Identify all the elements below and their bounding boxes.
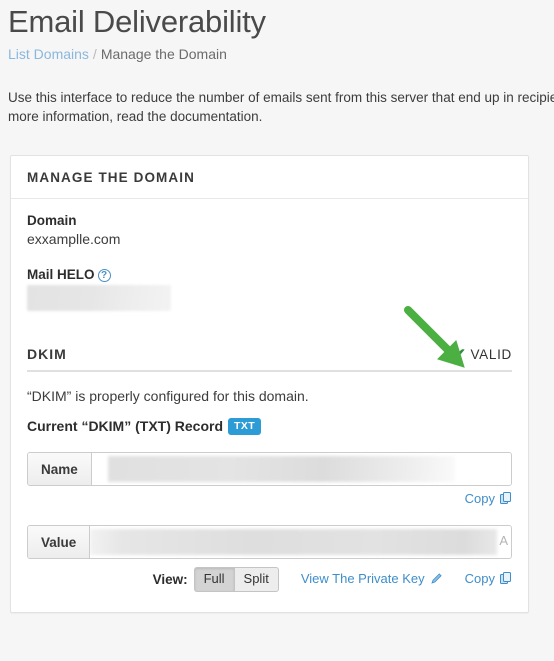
dkim-value-value-redacted bbox=[90, 529, 497, 555]
dkim-record-title: Current “DKIM” (TXT) Record TXT bbox=[27, 418, 512, 435]
dkim-name-addon: Name bbox=[28, 453, 92, 485]
card-header-title: Manage the Domain bbox=[11, 156, 528, 199]
domain-value: exxamplle.com bbox=[27, 231, 121, 247]
view-toggle-group: View: Full Split bbox=[153, 567, 279, 592]
domain-label: Domain bbox=[27, 213, 77, 228]
dkim-section-title: DKIM bbox=[27, 346, 67, 362]
view-private-key-link[interactable]: View The Private Key bbox=[301, 571, 443, 588]
dkim-description: “DKIM” is properly configured for this d… bbox=[27, 388, 309, 404]
copy-icon bbox=[500, 492, 512, 508]
copy-icon bbox=[500, 572, 512, 588]
copy-name-button[interactable]: Copy bbox=[465, 491, 512, 508]
dkim-name-value-redacted bbox=[107, 456, 455, 482]
check-icon: ✔ bbox=[453, 346, 467, 363]
dkim-value-tail-glyph: A bbox=[499, 533, 508, 548]
mail-helo-label-text: Mail HELO bbox=[27, 267, 95, 282]
dkim-value-addon: Value bbox=[28, 526, 91, 558]
view-full-button[interactable]: Full bbox=[193, 567, 234, 592]
view-label: View: bbox=[152, 572, 188, 587]
copy-value-button[interactable]: Copy bbox=[465, 571, 512, 588]
intro-description: Use this interface to reduce the number … bbox=[8, 90, 554, 124]
breadcrumb-separator: / bbox=[92, 46, 97, 62]
manage-domain-card: Manage the Domain Domain exxamplle.com M… bbox=[10, 155, 529, 613]
dkim-value-actions: View: Full Split View The Private Key Co… bbox=[27, 567, 512, 592]
copy-value-label: Copy bbox=[464, 571, 495, 586]
view-private-key-label: View The Private Key bbox=[300, 571, 425, 586]
mail-helo-value-redacted[interactable] bbox=[27, 285, 171, 311]
card-body: Domain exxamplle.com Mail HELO? DKIM ✔ VA… bbox=[11, 199, 528, 612]
dkim-value-input-group: Value A bbox=[27, 525, 512, 559]
status-badge: ✔ VALID bbox=[453, 345, 512, 363]
dkim-name-actions: Copy bbox=[27, 491, 512, 508]
status-badge-label: VALID bbox=[470, 347, 512, 362]
dkim-name-input[interactable] bbox=[91, 453, 511, 485]
dkim-value-input[interactable]: A bbox=[90, 526, 511, 558]
view-split-button[interactable]: Split bbox=[233, 567, 279, 592]
help-icon[interactable]: ? bbox=[97, 269, 111, 282]
breadcrumb: List Domains / Manage the Domain bbox=[8, 44, 546, 64]
pencil-icon bbox=[430, 572, 443, 588]
mail-helo-label: Mail HELO? bbox=[27, 267, 512, 282]
dkim-record-title-text: Current “DKIM” (TXT) Record bbox=[27, 418, 223, 434]
dkim-section-header: DKIM ✔ VALID bbox=[27, 345, 512, 372]
dkim-name-input-group: Name bbox=[27, 452, 512, 486]
breadcrumb-link-list-domains[interactable]: List Domains bbox=[8, 46, 89, 62]
page-root: Email Deliverability List Domains / Manage… bbox=[0, 3, 554, 661]
txt-record-badge: TXT bbox=[228, 418, 262, 435]
page-title: Email Deliverability bbox=[8, 4, 266, 39]
copy-name-label: Copy bbox=[464, 491, 495, 506]
view-button-group: Full Split bbox=[193, 567, 279, 592]
breadcrumb-current: Manage the Domain bbox=[100, 46, 227, 62]
